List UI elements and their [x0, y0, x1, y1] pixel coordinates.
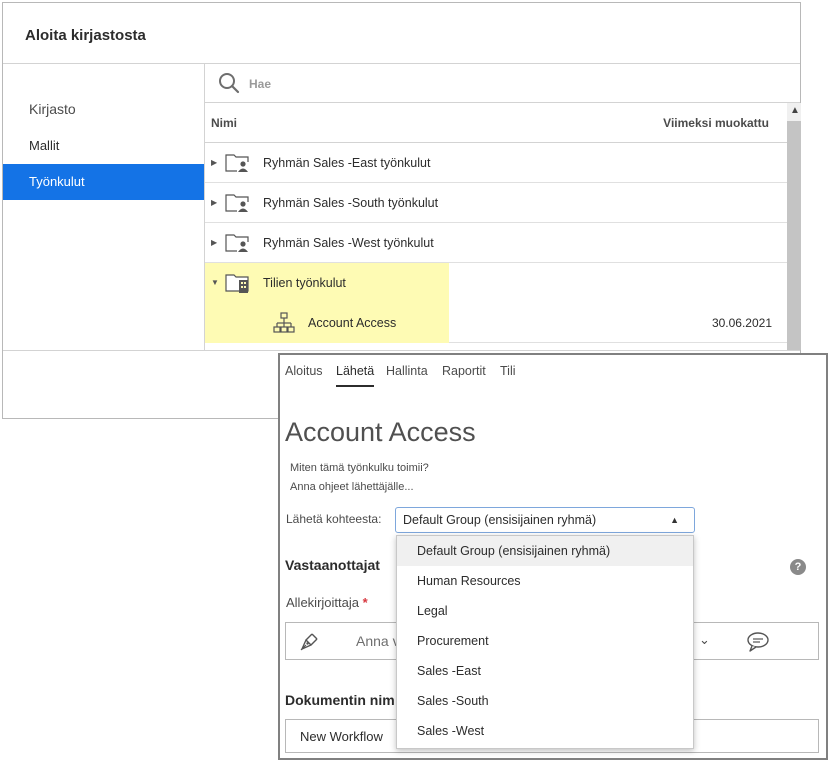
dropdown-option[interactable]: Legal: [397, 596, 693, 626]
tab-laheta[interactable]: Lähetä: [336, 364, 375, 387]
dropdown-option[interactable]: Procurement: [397, 626, 693, 656]
scroll-thumb[interactable]: [787, 121, 801, 350]
help-icon[interactable]: ?: [790, 559, 806, 575]
row-name: Ryhmän Sales -South työnkulut: [263, 196, 439, 210]
library-main-panel: Nimi Viimeksi muokattu ▲ ▶ Ryh: [204, 64, 801, 350]
chevron-down-icon[interactable]: ⌄: [699, 632, 710, 648]
dropdown-option[interactable]: Sales -West: [397, 716, 693, 746]
document-name-value: New Workflow: [300, 729, 383, 744]
send-from-dropdown: Default Group (ensisijainen ryhmä) Human…: [396, 535, 694, 749]
send-from-select[interactable]: Default Group (ensisijainen ryhmä) ▲: [395, 507, 695, 533]
dropdown-option[interactable]: Human Resources: [397, 566, 693, 596]
tab-tili[interactable]: Tili: [500, 364, 516, 378]
caret-down-icon[interactable]: ▼: [211, 278, 219, 287]
account-folder-icon: [225, 272, 253, 297]
send-workflow-panel: Aloitus Lähetä Hallinta Raportit Tili Ac…: [278, 353, 828, 760]
caret-right-icon[interactable]: ▶: [211, 238, 217, 247]
search-icon: [218, 72, 240, 99]
pen-icon: [298, 631, 320, 658]
dropdown-option[interactable]: Sales -South: [397, 686, 693, 716]
workflow-help-line: Miten tämä työnkulku toimii?: [290, 462, 429, 474]
column-header-modified[interactable]: Viimeksi muokattu: [663, 116, 769, 130]
dialog-body: Kirjasto Mallit Työnkulut Nimi Viimeksi …: [3, 63, 801, 351]
recipients-heading: Vastaanottajat: [285, 557, 380, 573]
page-title: Account Access: [285, 417, 476, 447]
shared-folder-icon: [225, 232, 253, 257]
row-name: Ryhmän Sales -West työnkulut: [263, 236, 434, 250]
scrollbar[interactable]: ▲: [787, 103, 801, 350]
workflow-icon: [273, 312, 295, 337]
column-header-name[interactable]: Nimi: [211, 116, 237, 130]
dropdown-option[interactable]: Default Group (ensisijainen ryhmä): [397, 536, 693, 566]
tab-raportit[interactable]: Raportit: [442, 364, 486, 378]
table-row[interactable]: ▶ Ryhmän Sales -West työnkulut: [205, 223, 787, 263]
comment-icon[interactable]: [746, 631, 770, 658]
dialog-title: Aloita kirjastosta: [25, 27, 146, 44]
sidebar-item-kirjasto[interactable]: Kirjasto: [3, 91, 204, 127]
table-row[interactable]: ▼ Tilien työnkulut: [205, 263, 787, 303]
caret-up-icon: ▲: [670, 515, 679, 525]
table-header: Nimi Viimeksi muokattu: [205, 103, 787, 143]
caret-right-icon[interactable]: ▶: [211, 158, 217, 167]
caret-right-icon[interactable]: ▶: [211, 198, 217, 207]
signer-label: Allekirjoittaja *: [286, 595, 368, 610]
tab-hallinta[interactable]: Hallinta: [386, 364, 428, 378]
table-row[interactable]: ▶ Ryhmän Sales -South työnkulut: [205, 183, 787, 223]
row-name: Account Access: [308, 316, 397, 330]
send-from-label: Lähetä kohteesta:: [286, 512, 382, 526]
row-name: Ryhmän Sales -East työnkulut: [263, 156, 431, 170]
shared-folder-icon: [225, 152, 253, 177]
tab-aloitus[interactable]: Aloitus: [285, 364, 323, 378]
dropdown-option[interactable]: Sales -East: [397, 656, 693, 686]
document-name-heading: Dokumentin nim: [285, 692, 395, 708]
sidebar: Kirjasto Mallit Työnkulut: [3, 64, 204, 350]
search-input[interactable]: [247, 72, 751, 96]
send-from-value: Default Group (ensisijainen ryhmä): [403, 513, 597, 527]
required-mark: *: [362, 595, 368, 610]
row-modified-date: 30.06.2021: [711, 316, 772, 330]
workflow-help-line: Anna ohjeet lähettäjälle...: [290, 481, 414, 493]
search-row: [205, 64, 800, 103]
sidebar-item-tyonkulut[interactable]: Työnkulut: [3, 164, 204, 200]
table-row[interactable]: Account Access 30.06.2021: [205, 303, 787, 343]
shared-folder-icon: [225, 192, 253, 217]
signer-input[interactable]: Anna v: [356, 633, 400, 649]
row-name: Tilien työnkulut: [263, 276, 346, 290]
sidebar-item-mallit[interactable]: Mallit: [3, 128, 204, 164]
table-row[interactable]: ▶ Ryhmän Sales -East työnkulut: [205, 143, 787, 183]
signer-label-text: Allekirjoittaja: [286, 595, 359, 610]
scroll-up-arrow-icon[interactable]: ▲: [790, 106, 800, 116]
